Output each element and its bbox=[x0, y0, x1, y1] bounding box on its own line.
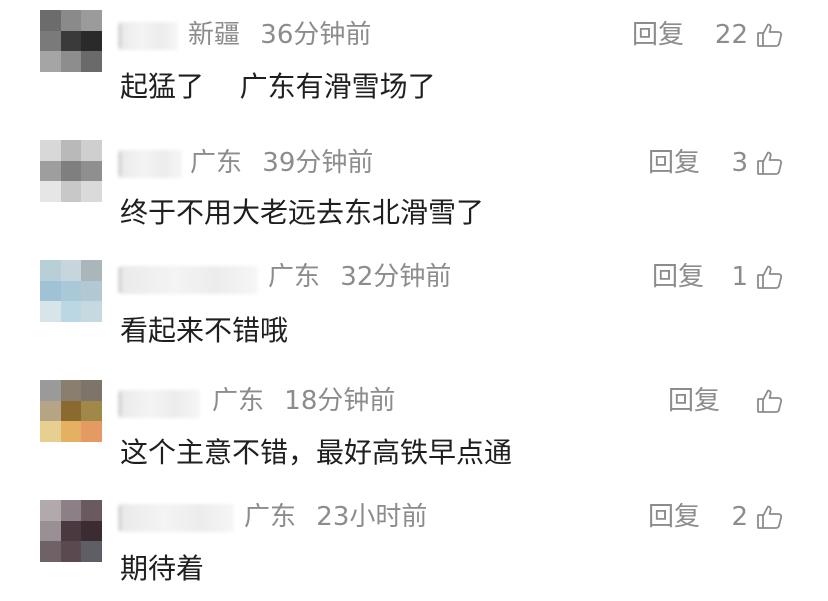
location-text: 广东 bbox=[268, 262, 321, 292]
avatar[interactable] bbox=[40, 140, 102, 202]
location-text: 广东 bbox=[190, 148, 243, 178]
time-text: 36分钟前 bbox=[260, 20, 372, 50]
avatar-pixel bbox=[40, 260, 61, 281]
thumbs-up-icon[interactable] bbox=[756, 263, 784, 291]
avatar-pixel bbox=[60, 421, 82, 442]
avatar-pixel bbox=[40, 421, 61, 442]
avatar-pixel bbox=[40, 500, 61, 521]
avatar-pixel bbox=[40, 400, 61, 422]
avatar-pixel bbox=[40, 160, 61, 182]
avatar[interactable] bbox=[40, 380, 102, 442]
avatar-pixel bbox=[81, 140, 102, 161]
username-blurred[interactable] bbox=[118, 504, 234, 532]
avatar-pixel bbox=[40, 10, 61, 31]
location-text: 广东 bbox=[244, 502, 297, 532]
comment-text: 期待着 bbox=[120, 552, 205, 585]
comment-meta: 广东 23小时前 bbox=[244, 502, 427, 532]
username-blurred[interactable] bbox=[118, 150, 182, 178]
avatar-pixel bbox=[60, 520, 82, 542]
avatar-pixel bbox=[81, 541, 102, 562]
avatar-pixel bbox=[60, 380, 82, 401]
avatar-pixel bbox=[40, 51, 61, 72]
avatar-pixel bbox=[81, 280, 102, 302]
avatar-pixel bbox=[81, 10, 102, 31]
comment-text: 起猛了 广东有滑雪场了 bbox=[120, 70, 436, 103]
avatar-pixel bbox=[40, 520, 61, 542]
comment-text: 看起来不错哦 bbox=[120, 314, 289, 347]
username-blurred[interactable] bbox=[118, 390, 200, 418]
avatar-pixel bbox=[40, 181, 61, 202]
avatar-pixel bbox=[81, 51, 102, 72]
location-text: 新疆 bbox=[188, 20, 241, 50]
avatar-pixel bbox=[81, 181, 102, 202]
like-count: 22 bbox=[714, 20, 748, 50]
reply-button[interactable]: 回复 bbox=[632, 20, 684, 50]
username-blurred[interactable] bbox=[118, 22, 178, 50]
avatar[interactable] bbox=[40, 10, 102, 72]
time-text: 23小时前 bbox=[316, 502, 428, 532]
avatar-pixel bbox=[60, 260, 82, 281]
avatar-pixel bbox=[60, 280, 82, 302]
avatar[interactable] bbox=[40, 500, 102, 562]
like-count: 3 bbox=[731, 148, 748, 178]
avatar-pixel bbox=[60, 160, 82, 182]
avatar-pixel bbox=[60, 51, 82, 72]
thumbs-up-icon[interactable] bbox=[756, 387, 784, 415]
like-count: 1 bbox=[731, 262, 748, 292]
time-text: 39分钟前 bbox=[262, 148, 374, 178]
avatar-pixel bbox=[60, 500, 82, 521]
avatar-pixel bbox=[40, 140, 61, 161]
avatar-pixel bbox=[60, 301, 82, 322]
avatar-pixel bbox=[40, 380, 61, 401]
thumbs-up-icon[interactable] bbox=[756, 503, 784, 531]
comment-text: 终于不用大老远去东北滑雪了 bbox=[120, 196, 485, 229]
like-count: 2 bbox=[731, 502, 748, 532]
time-text: 32分钟前 bbox=[340, 262, 452, 292]
avatar-pixel bbox=[40, 30, 61, 52]
comment-text: 这个主意不错，最好高铁早点通 bbox=[120, 436, 513, 469]
avatar[interactable] bbox=[40, 260, 102, 322]
reply-button[interactable]: 回复 bbox=[668, 386, 720, 416]
comment-meta: 广东 32分钟前 bbox=[268, 262, 451, 292]
avatar-pixel bbox=[60, 541, 82, 562]
avatar-pixel bbox=[40, 301, 61, 322]
avatar-pixel bbox=[60, 140, 82, 161]
avatar-pixel bbox=[81, 260, 102, 281]
comment-meta: 广东 39分钟前 bbox=[190, 148, 373, 178]
comment-meta: 新疆 36分钟前 bbox=[188, 20, 371, 50]
avatar-pixel bbox=[81, 301, 102, 322]
avatar-pixel bbox=[81, 30, 102, 52]
avatar-pixel bbox=[60, 10, 82, 31]
avatar-pixel bbox=[60, 181, 82, 202]
comment-meta: 广东 18分钟前 bbox=[212, 386, 395, 416]
username-blurred[interactable] bbox=[118, 266, 258, 294]
avatar-pixel bbox=[60, 400, 82, 422]
avatar-pixel bbox=[81, 500, 102, 521]
avatar-pixel bbox=[81, 421, 102, 442]
avatar-pixel bbox=[60, 30, 82, 52]
thumbs-up-icon[interactable] bbox=[756, 21, 784, 49]
location-text: 广东 bbox=[212, 386, 265, 416]
time-text: 18分钟前 bbox=[284, 386, 396, 416]
avatar-pixel bbox=[81, 520, 102, 542]
avatar-pixel bbox=[81, 400, 102, 422]
avatar-pixel bbox=[81, 380, 102, 401]
thumbs-up-icon[interactable] bbox=[756, 149, 784, 177]
avatar-pixel bbox=[81, 160, 102, 182]
avatar-pixel bbox=[40, 541, 61, 562]
avatar-pixel bbox=[40, 280, 61, 302]
